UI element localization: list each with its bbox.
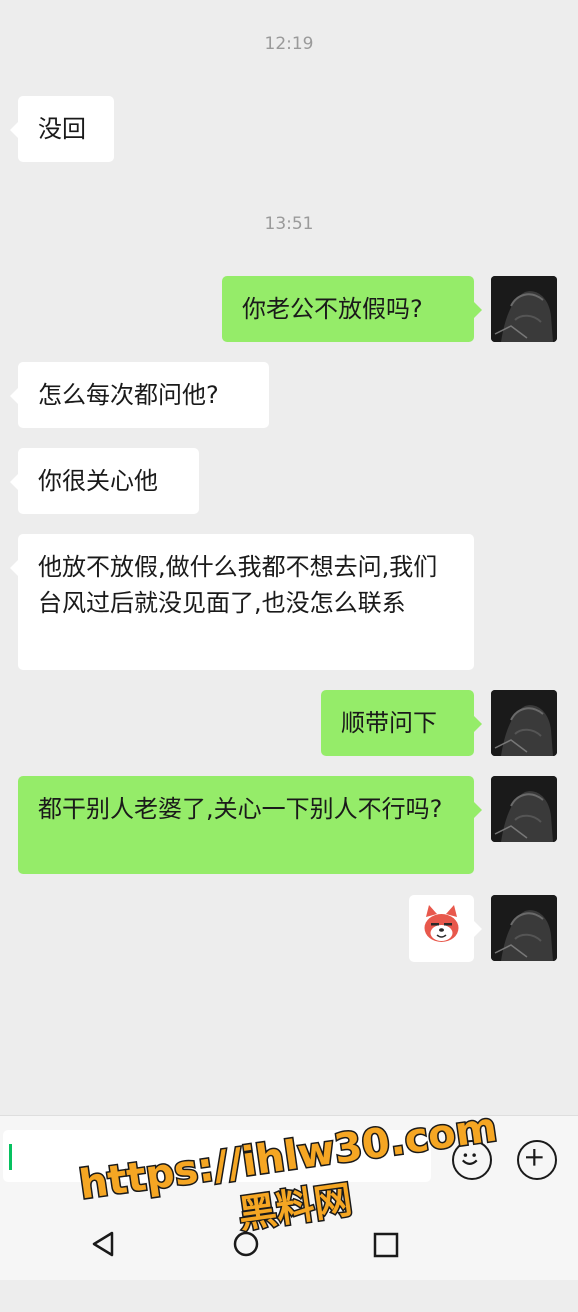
message-bubble-sent[interactable]: 顺带问下 — [321, 690, 482, 756]
avatar[interactable] — [491, 690, 557, 756]
system-nav-bar — [0, 1196, 578, 1280]
avatar[interactable] — [491, 776, 557, 842]
home-circle-icon[interactable] — [232, 1230, 260, 1258]
message-input[interactable] — [3, 1130, 431, 1182]
text-cursor — [9, 1144, 12, 1170]
emoji-face-icon[interactable] — [452, 1140, 492, 1180]
message-bubble-sent[interactable]: 你老公不放假吗? — [222, 276, 482, 342]
timestamp: 12:19 — [264, 34, 314, 54]
shiba-dog-sticker-icon — [424, 905, 459, 942]
input-bar — [0, 1115, 578, 1196]
timestamp: 13:51 — [264, 214, 314, 234]
recents-square-icon[interactable] — [373, 1232, 399, 1258]
message-bubble-received[interactable]: 没回 — [10, 96, 114, 162]
message-bubble-received[interactable]: 怎么每次都问他? — [10, 362, 269, 428]
chat-area: 12:19 没回 13:51 你老公不放假吗? 怎么每次都问他? 你很关心他 他… — [0, 0, 578, 1115]
message-bubble-sent[interactable]: 都干别人老婆了,关心一下别人不行吗? — [18, 776, 482, 874]
sticker-message[interactable] — [409, 895, 482, 962]
message-bubble-received[interactable]: 你很关心他 — [10, 448, 199, 514]
back-triangle-icon[interactable] — [90, 1230, 116, 1258]
plus-circle-icon[interactable] — [517, 1140, 557, 1180]
message-bubble-received[interactable]: 他放不放假,做什么我都不想去问,我们台风过后就没见面了,也没怎么联系 — [10, 534, 474, 670]
avatar[interactable] — [491, 276, 557, 342]
avatar[interactable] — [491, 895, 557, 961]
